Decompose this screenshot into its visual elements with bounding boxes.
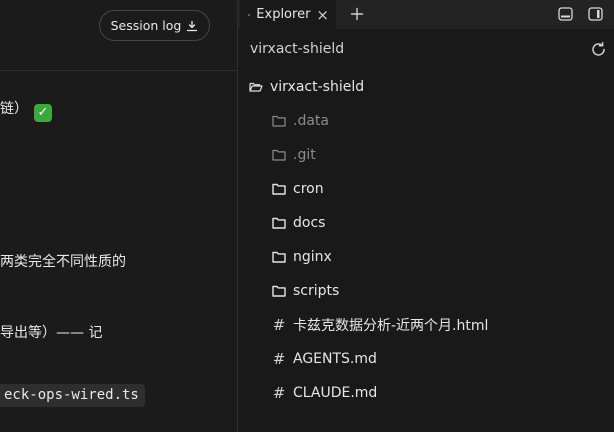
tree-item-label: docs <box>293 215 326 231</box>
explorer-title: virxact-shield <box>250 41 345 57</box>
download-icon <box>187 20 198 31</box>
tree-root[interactable]: virxact-shield <box>249 77 364 97</box>
chat-line-1: 链） ✓ <box>0 100 52 122</box>
tree-root-label: virxact-shield <box>270 79 365 95</box>
tree-item-agents-md[interactable]: # AGENTS.md <box>272 349 377 369</box>
chat-line-3: 导出等）—— 记 <box>0 325 103 341</box>
tree-item-label: 卡兹克数据分析-近两个月.html <box>293 318 489 334</box>
check-icon: ✓ <box>34 104 52 122</box>
hash-icon: # <box>272 350 286 368</box>
folder-icon <box>272 115 286 127</box>
tab-explorer[interactable]: Explorer × <box>240 0 336 29</box>
header-divider <box>0 70 238 71</box>
hash-icon: # <box>272 316 286 334</box>
tree-item-git[interactable]: .git <box>272 145 316 165</box>
tree-item-html-file[interactable]: # 卡兹克数据分析-近两个月.html <box>272 315 489 335</box>
folder-icon <box>272 149 286 161</box>
tree-item-data[interactable]: .data <box>272 111 329 131</box>
inline-code: eck-ops-wired.ts <box>0 384 145 407</box>
close-icon[interactable]: × <box>316 6 329 24</box>
refresh-icon[interactable] <box>590 41 607 58</box>
tree-item-claude-md[interactable]: # CLAUDE.md <box>272 383 378 403</box>
hash-icon: # <box>272 384 286 402</box>
tree-item-docs[interactable]: docs <box>272 213 325 233</box>
tree-item-label: cron <box>293 181 324 197</box>
tab-bar: Explorer × <box>238 0 614 29</box>
folder-icon <box>272 251 286 263</box>
tree-item-label: nginx <box>293 249 332 265</box>
chat-line-2: 两类完全不同性质的 <box>0 254 126 270</box>
tab-explorer-label: Explorer <box>256 7 311 22</box>
explorer-panel: Explorer × virxact-shield virxact-shield… <box>238 0 614 432</box>
folder-open-icon <box>248 13 251 16</box>
folder-open-icon <box>249 82 263 92</box>
tree-item-label: .git <box>293 147 316 163</box>
folder-icon <box>272 285 286 297</box>
tree-item-scripts[interactable]: scripts <box>272 281 339 301</box>
chat-panel: Session log 链） ✓ 两类完全不同性质的 导出等）—— 记 eck-o… <box>0 0 238 432</box>
folder-icon <box>272 183 286 195</box>
tree-item-label: scripts <box>293 283 340 299</box>
panel-bottom-icon[interactable] <box>556 5 574 23</box>
tree-item-label: AGENTS.md <box>293 351 377 367</box>
plus-icon[interactable] <box>346 3 368 25</box>
tree-item-label: .data <box>293 113 329 129</box>
tree-item-nginx[interactable]: nginx <box>272 247 332 267</box>
panel-right-icon[interactable] <box>586 5 604 23</box>
session-log-label: Session log <box>110 18 182 33</box>
session-log-button[interactable]: Session log <box>99 10 210 41</box>
folder-icon <box>272 217 286 229</box>
chat-text-1: 链） <box>0 101 28 117</box>
tree-item-cron[interactable]: cron <box>272 179 324 199</box>
tree-item-label: CLAUDE.md <box>293 385 378 401</box>
